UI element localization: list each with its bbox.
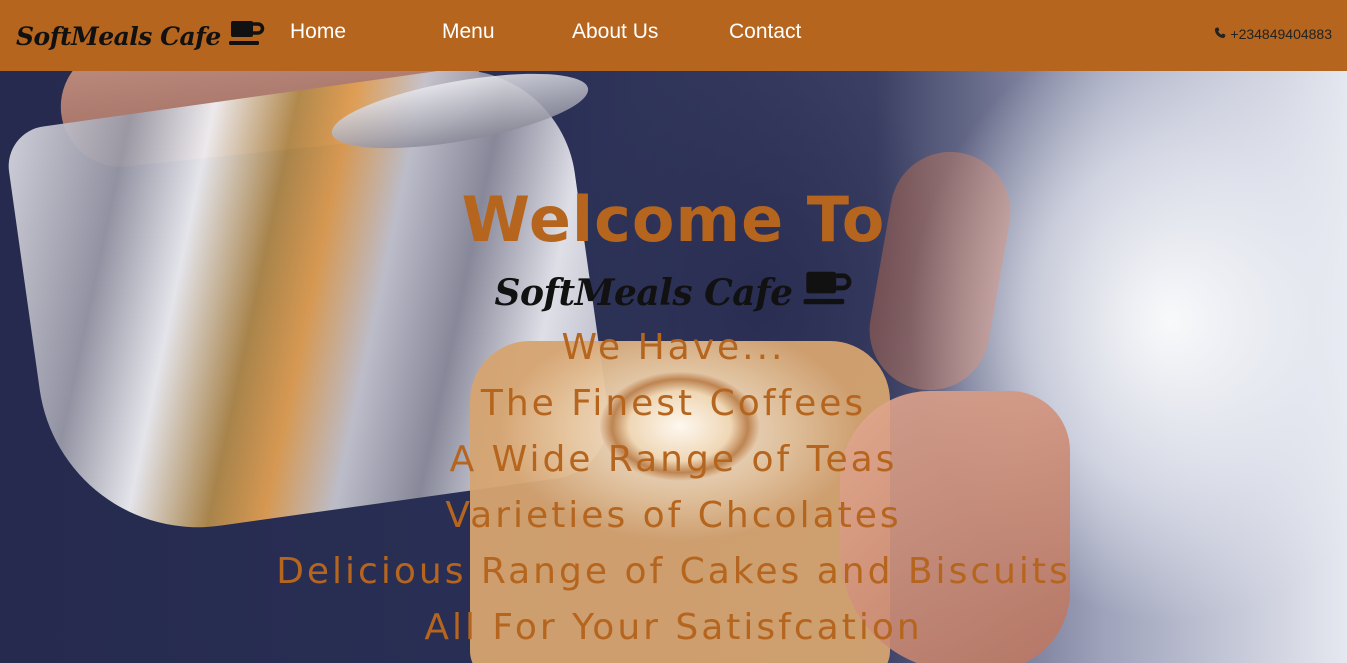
coffee-cup-icon [803,269,853,316]
brand-name: SoftMeals Cafe [16,21,221,51]
nav-link-home[interactable]: Home [290,20,346,44]
nav-link-contact[interactable]: Contact [729,20,801,44]
brand-logo[interactable]: SoftMeals Cafe [16,16,265,56]
hero-item: All For Your Satisfcation [424,607,923,648]
phone-number: +234849404883 [1230,26,1332,42]
hero-item: The Finest Coffees [480,383,867,424]
hero-intro: We Have... [561,327,786,368]
navbar: SoftMeals Cafe Home Menu About Us Contac… [0,0,1347,71]
hero-brand-name: SoftMeals Cafe [494,271,793,314]
coffee-cup-icon [228,19,265,53]
hero-item: A Wide Range of Teas [449,439,898,480]
hero-item: Delicious Range of Cakes and Biscuits [276,551,1071,592]
hero-banner: Welcome To SoftMeals Cafe We Have... The… [0,71,1347,663]
hero-welcome-heading: Welcome To [461,183,886,256]
hero-brand: SoftMeals Cafe [0,269,1347,316]
nav-link-menu[interactable]: Menu [442,20,495,44]
phone-icon [1214,26,1226,42]
nav-link-about-us[interactable]: About Us [572,20,658,44]
phone-contact[interactable]: +234849404883 [1214,26,1332,42]
hero-item: Varieties of Chcolates [445,495,902,536]
hero-text: Welcome To SoftMeals Cafe We Have... The… [0,71,1347,663]
